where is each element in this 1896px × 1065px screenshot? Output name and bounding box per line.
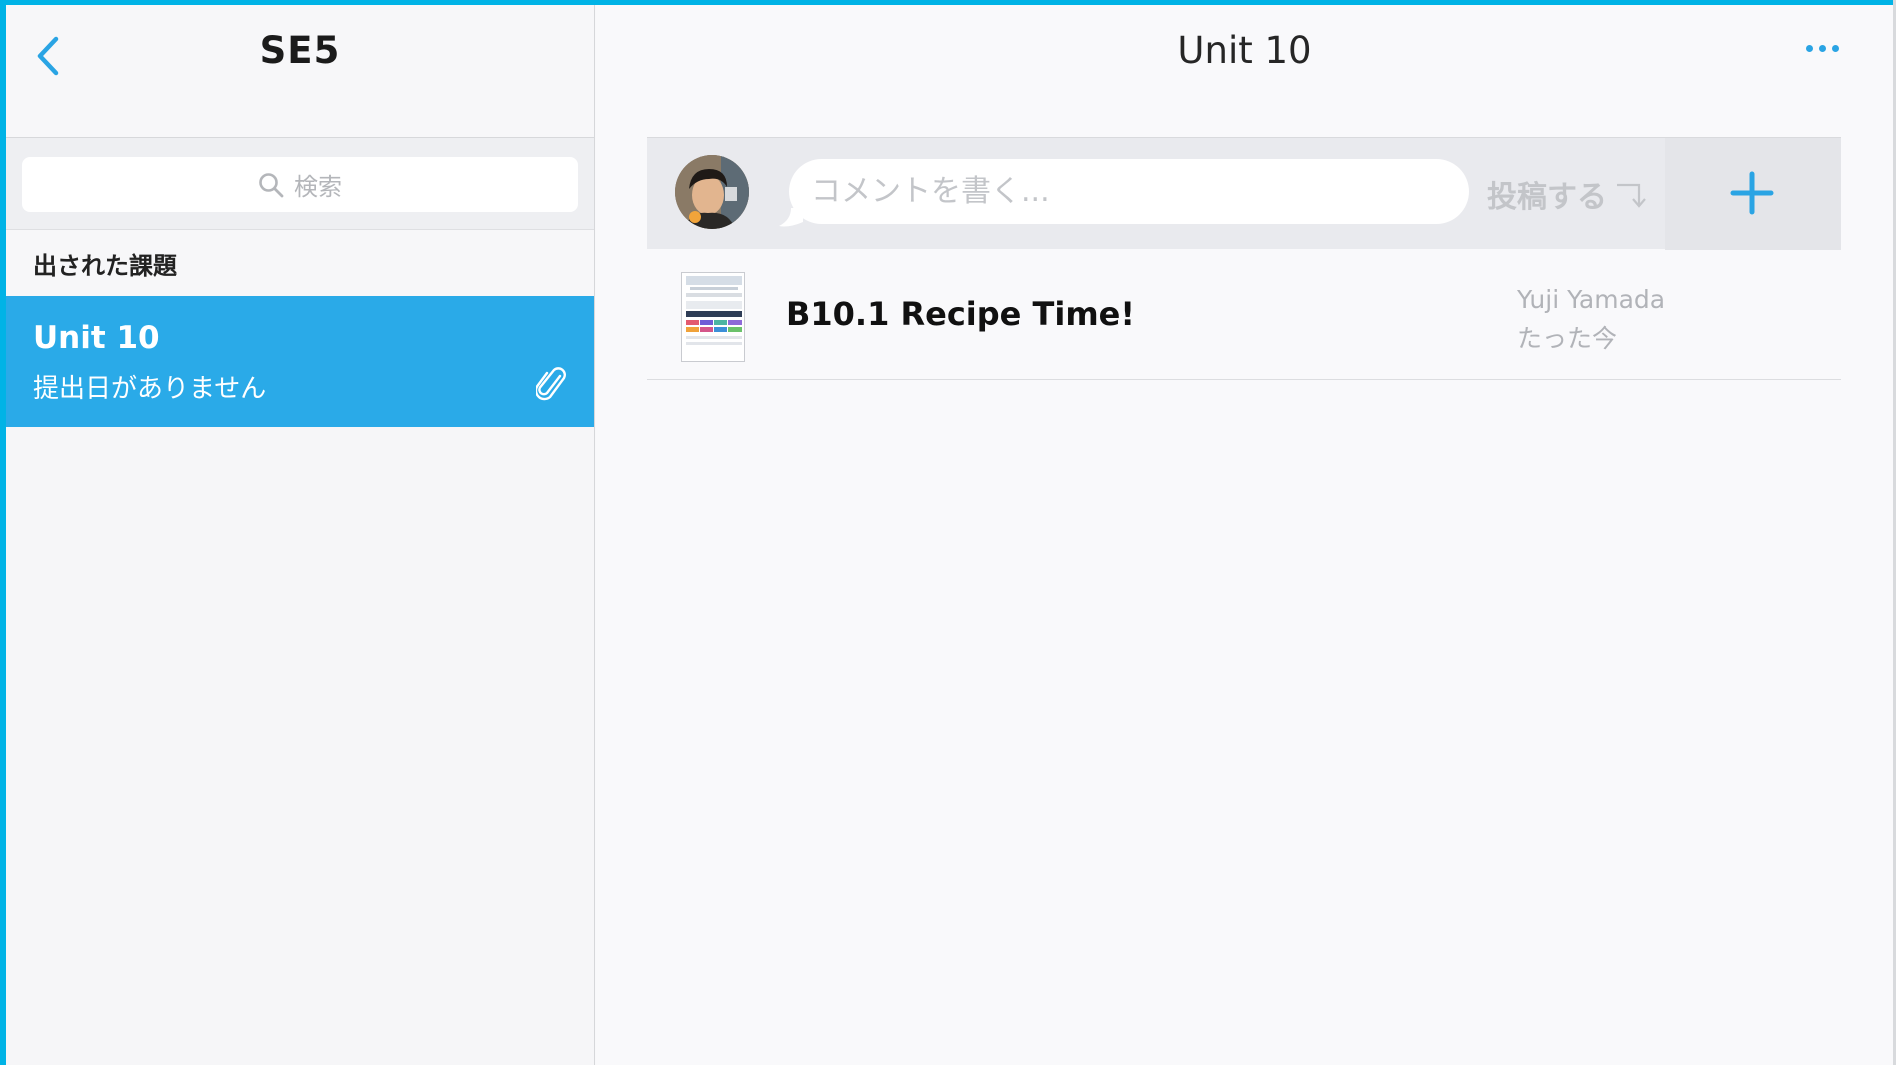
- assignment-title: Unit 10: [33, 320, 160, 356]
- post-title: B10.1 Recipe Time!: [786, 295, 1135, 333]
- post-timestamp: たった今: [1517, 324, 1618, 353]
- paperclip-icon: [534, 367, 568, 407]
- document-thumbnail: [681, 272, 745, 362]
- sidebar-navbar: SE5: [6, 5, 594, 138]
- post-author: Yuji Yamada: [1517, 285, 1666, 314]
- add-area: [1665, 138, 1841, 250]
- page-title: Unit 10: [1177, 29, 1312, 72]
- post-row[interactable]: B10.1 Recipe Time! Yuji Yamada たった今: [647, 249, 1841, 380]
- post-label: 投稿する: [1487, 180, 1607, 215]
- avatar: [675, 155, 749, 229]
- return-icon: [1615, 179, 1651, 209]
- section-header: 出された課題: [6, 230, 594, 296]
- sidebar-title: SE5: [259, 29, 341, 72]
- search-area: 検索: [6, 138, 594, 230]
- comment-composer: 投稿する: [647, 137, 1841, 250]
- assignment-due-date: 提出日がありません: [33, 374, 267, 404]
- sidebar: SE5 検索 出された課題 Unit 10 提出日がありません: [6, 5, 595, 1065]
- search-placeholder: 検索: [294, 173, 342, 201]
- search-icon: [258, 172, 284, 198]
- plus-icon[interactable]: [1729, 170, 1775, 216]
- app-screen: SE5 検索 出された課題 Unit 10 提出日がありません Unit 10 …: [6, 5, 1896, 1065]
- search-input[interactable]: 検索: [22, 157, 578, 212]
- more-icon[interactable]: [1806, 45, 1839, 52]
- assignment-item-unit-10[interactable]: Unit 10 提出日がありません: [6, 296, 594, 427]
- post-button[interactable]: 投稿する: [1487, 164, 1651, 224]
- comment-input[interactable]: [789, 159, 1469, 224]
- main-panel: Unit 10 投稿する: [596, 5, 1893, 1065]
